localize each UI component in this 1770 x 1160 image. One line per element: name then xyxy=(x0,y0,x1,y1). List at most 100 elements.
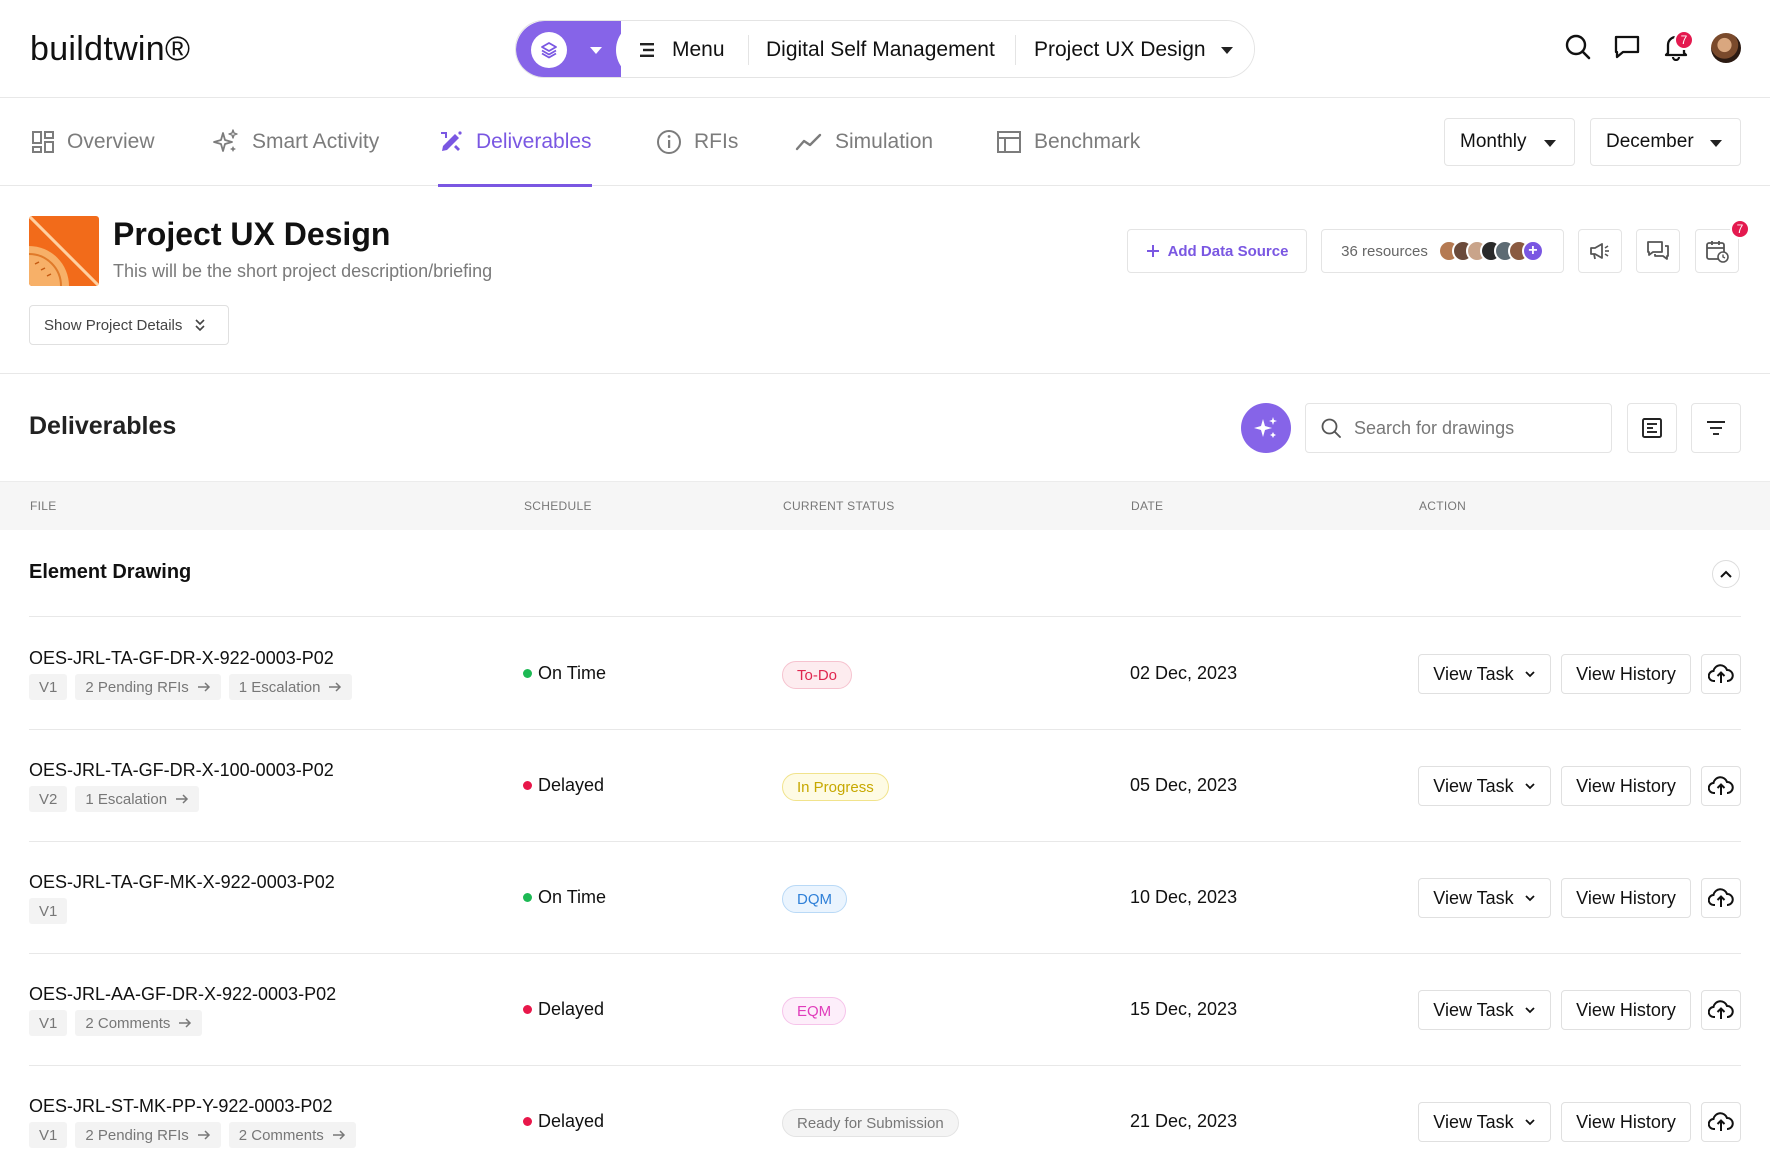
period-select-value: Monthly xyxy=(1460,131,1527,152)
search-box xyxy=(1305,403,1612,453)
chevron-down-icon xyxy=(1524,1006,1536,1014)
user-avatar[interactable] xyxy=(1711,33,1741,63)
tab-benchmark[interactable]: Benchmark xyxy=(996,98,1140,186)
tab-rfis[interactable]: RFIs xyxy=(656,98,738,186)
tab-label: RFIs xyxy=(694,130,739,153)
linked-item-chip[interactable]: 1 Escalation xyxy=(75,786,200,812)
chip-label: 2 Comments xyxy=(238,1126,324,1144)
linked-item-chip[interactable]: 2 Pending RFIs xyxy=(75,1122,221,1148)
column-header-date[interactable]: DATE xyxy=(1131,499,1163,513)
group-title: Element Drawing xyxy=(29,561,192,583)
due-date: 10 Dec, 2023 xyxy=(1130,887,1238,907)
view-task-button[interactable]: View Task xyxy=(1418,1102,1551,1142)
cloud-upload-icon xyxy=(1708,1111,1734,1133)
column-header-schedule[interactable]: SCHEDULE xyxy=(524,499,592,513)
app-logo[interactable]: buildtwin® xyxy=(30,30,190,69)
breadcrumb-module[interactable]: Digital Self Management xyxy=(766,38,995,62)
file-name[interactable]: OES-JRL-AA-GF-DR-X-922-0003-P02 xyxy=(29,984,336,1005)
month-select[interactable]: December xyxy=(1590,118,1741,166)
search-input[interactable] xyxy=(1354,417,1594,439)
chip-label: 2 Pending RFIs xyxy=(85,1126,189,1144)
column-header-status[interactable]: CURRENT STATUS xyxy=(783,499,895,513)
file-name[interactable]: OES-JRL-TA-GF-MK-X-922-0003-P02 xyxy=(29,872,335,893)
sparkle-icon xyxy=(213,129,238,152)
linked-item-chip[interactable]: 2 Comments xyxy=(75,1010,203,1036)
schedule-dot xyxy=(523,1005,532,1014)
add-resource-icon[interactable]: + xyxy=(1521,240,1544,262)
schedule-indicator: Delayed xyxy=(523,1111,604,1132)
upload-button[interactable] xyxy=(1701,766,1741,806)
show-project-details-button[interactable]: Show Project Details xyxy=(29,305,229,345)
view-history-button[interactable]: View History xyxy=(1561,654,1691,694)
menu-button[interactable]: Menu xyxy=(638,38,725,62)
tab-simulation[interactable]: Simulation xyxy=(795,98,933,186)
tab-deliverables[interactable]: Deliverables xyxy=(438,98,592,187)
breadcrumb-project[interactable]: Project UX Design xyxy=(1034,38,1206,62)
tab-overview[interactable]: Overview xyxy=(31,98,155,186)
collapse-group-button[interactable] xyxy=(1712,560,1740,588)
view-history-button[interactable]: View History xyxy=(1561,1102,1691,1142)
schedule-dot xyxy=(523,1117,532,1126)
search-icon[interactable] xyxy=(1563,32,1593,62)
comments-button[interactable] xyxy=(1636,229,1680,273)
table-icon xyxy=(997,131,1021,153)
due-date: 15 Dec, 2023 xyxy=(1130,999,1238,1019)
report-button[interactable] xyxy=(1627,403,1677,453)
upload-button[interactable] xyxy=(1701,878,1741,918)
schedule-label: On Time xyxy=(538,887,607,907)
arrow-right-icon xyxy=(197,682,211,692)
tab-label: Simulation xyxy=(835,130,934,153)
ai-assistant-button[interactable] xyxy=(1241,403,1291,453)
linked-item-chip[interactable]: 2 Comments xyxy=(228,1122,356,1148)
section-title: Deliverables xyxy=(29,412,177,440)
view-task-label: View Task xyxy=(1433,887,1514,908)
resources-button[interactable]: 36 resources + xyxy=(1321,229,1564,273)
schedule-indicator: Delayed xyxy=(523,999,604,1020)
view-task-button[interactable]: View Task xyxy=(1418,878,1551,918)
view-task-button[interactable]: View Task xyxy=(1418,990,1551,1030)
tab-label: Smart Activity xyxy=(252,130,380,153)
tab-smart-activity[interactable]: Smart Activity xyxy=(212,98,379,186)
add-data-source-button[interactable]: Add Data Source xyxy=(1127,229,1307,273)
period-select[interactable]: Monthly xyxy=(1444,118,1575,166)
sparkle-icon xyxy=(1254,417,1277,438)
linked-item-chip[interactable]: 1 Escalation xyxy=(228,674,353,700)
filter-button[interactable] xyxy=(1691,403,1741,453)
chip-label: V1 xyxy=(39,678,58,696)
status-badge: DQM xyxy=(782,885,847,913)
show-details-label: Show Project Details xyxy=(44,316,183,334)
chat-icon[interactable] xyxy=(1612,32,1642,62)
column-header-file[interactable]: FILE xyxy=(30,499,57,513)
upload-button[interactable] xyxy=(1701,990,1741,1030)
chip-label: 2 Comments xyxy=(85,1014,171,1032)
arrow-right-icon xyxy=(328,682,342,692)
project-dropdown-chevron-icon[interactable] xyxy=(1221,47,1233,54)
table-row: OES-JRL-TA-GF-DR-X-100-0003-P02 V2 1 Escal… xyxy=(29,730,1741,842)
file-name[interactable]: OES-JRL-TA-GF-DR-X-100-0003-P02 xyxy=(29,760,334,781)
schedule-dot xyxy=(523,893,532,902)
view-task-button[interactable]: View Task xyxy=(1418,654,1551,694)
view-history-button[interactable]: View History xyxy=(1561,990,1691,1030)
project-title: Project UX Design xyxy=(113,216,391,252)
cloud-upload-icon xyxy=(1708,775,1734,797)
tab-bar: Overview Smart Activity Deliverables RFI… xyxy=(0,98,1770,187)
upload-button[interactable] xyxy=(1701,654,1741,694)
file-name[interactable]: OES-JRL-ST-MK-PP-Y-922-0003-P02 xyxy=(29,1096,332,1117)
trend-line-icon xyxy=(795,133,822,151)
app-switcher-button[interactable] xyxy=(516,21,621,77)
view-task-label: View Task xyxy=(1433,663,1514,684)
due-date: 05 Dec, 2023 xyxy=(1130,775,1238,795)
upload-button[interactable] xyxy=(1701,1102,1741,1142)
view-history-button[interactable]: View History xyxy=(1561,878,1691,918)
file-name[interactable]: OES-JRL-TA-GF-DR-X-922-0003-P02 xyxy=(29,648,334,669)
announcement-button[interactable] xyxy=(1578,229,1622,273)
divider xyxy=(1015,35,1016,65)
comments-icon xyxy=(1647,241,1669,260)
view-history-button[interactable]: View History xyxy=(1561,766,1691,806)
layers-icon xyxy=(531,32,567,68)
view-task-button[interactable]: View Task xyxy=(1418,766,1551,806)
file-tags: V1 2 Pending RFIs 2 Comments xyxy=(29,1122,356,1148)
project-description: This will be the short project descripti… xyxy=(113,261,493,281)
view-task-label: View Task xyxy=(1433,1111,1514,1132)
linked-item-chip[interactable]: 2 Pending RFIs xyxy=(75,674,221,700)
